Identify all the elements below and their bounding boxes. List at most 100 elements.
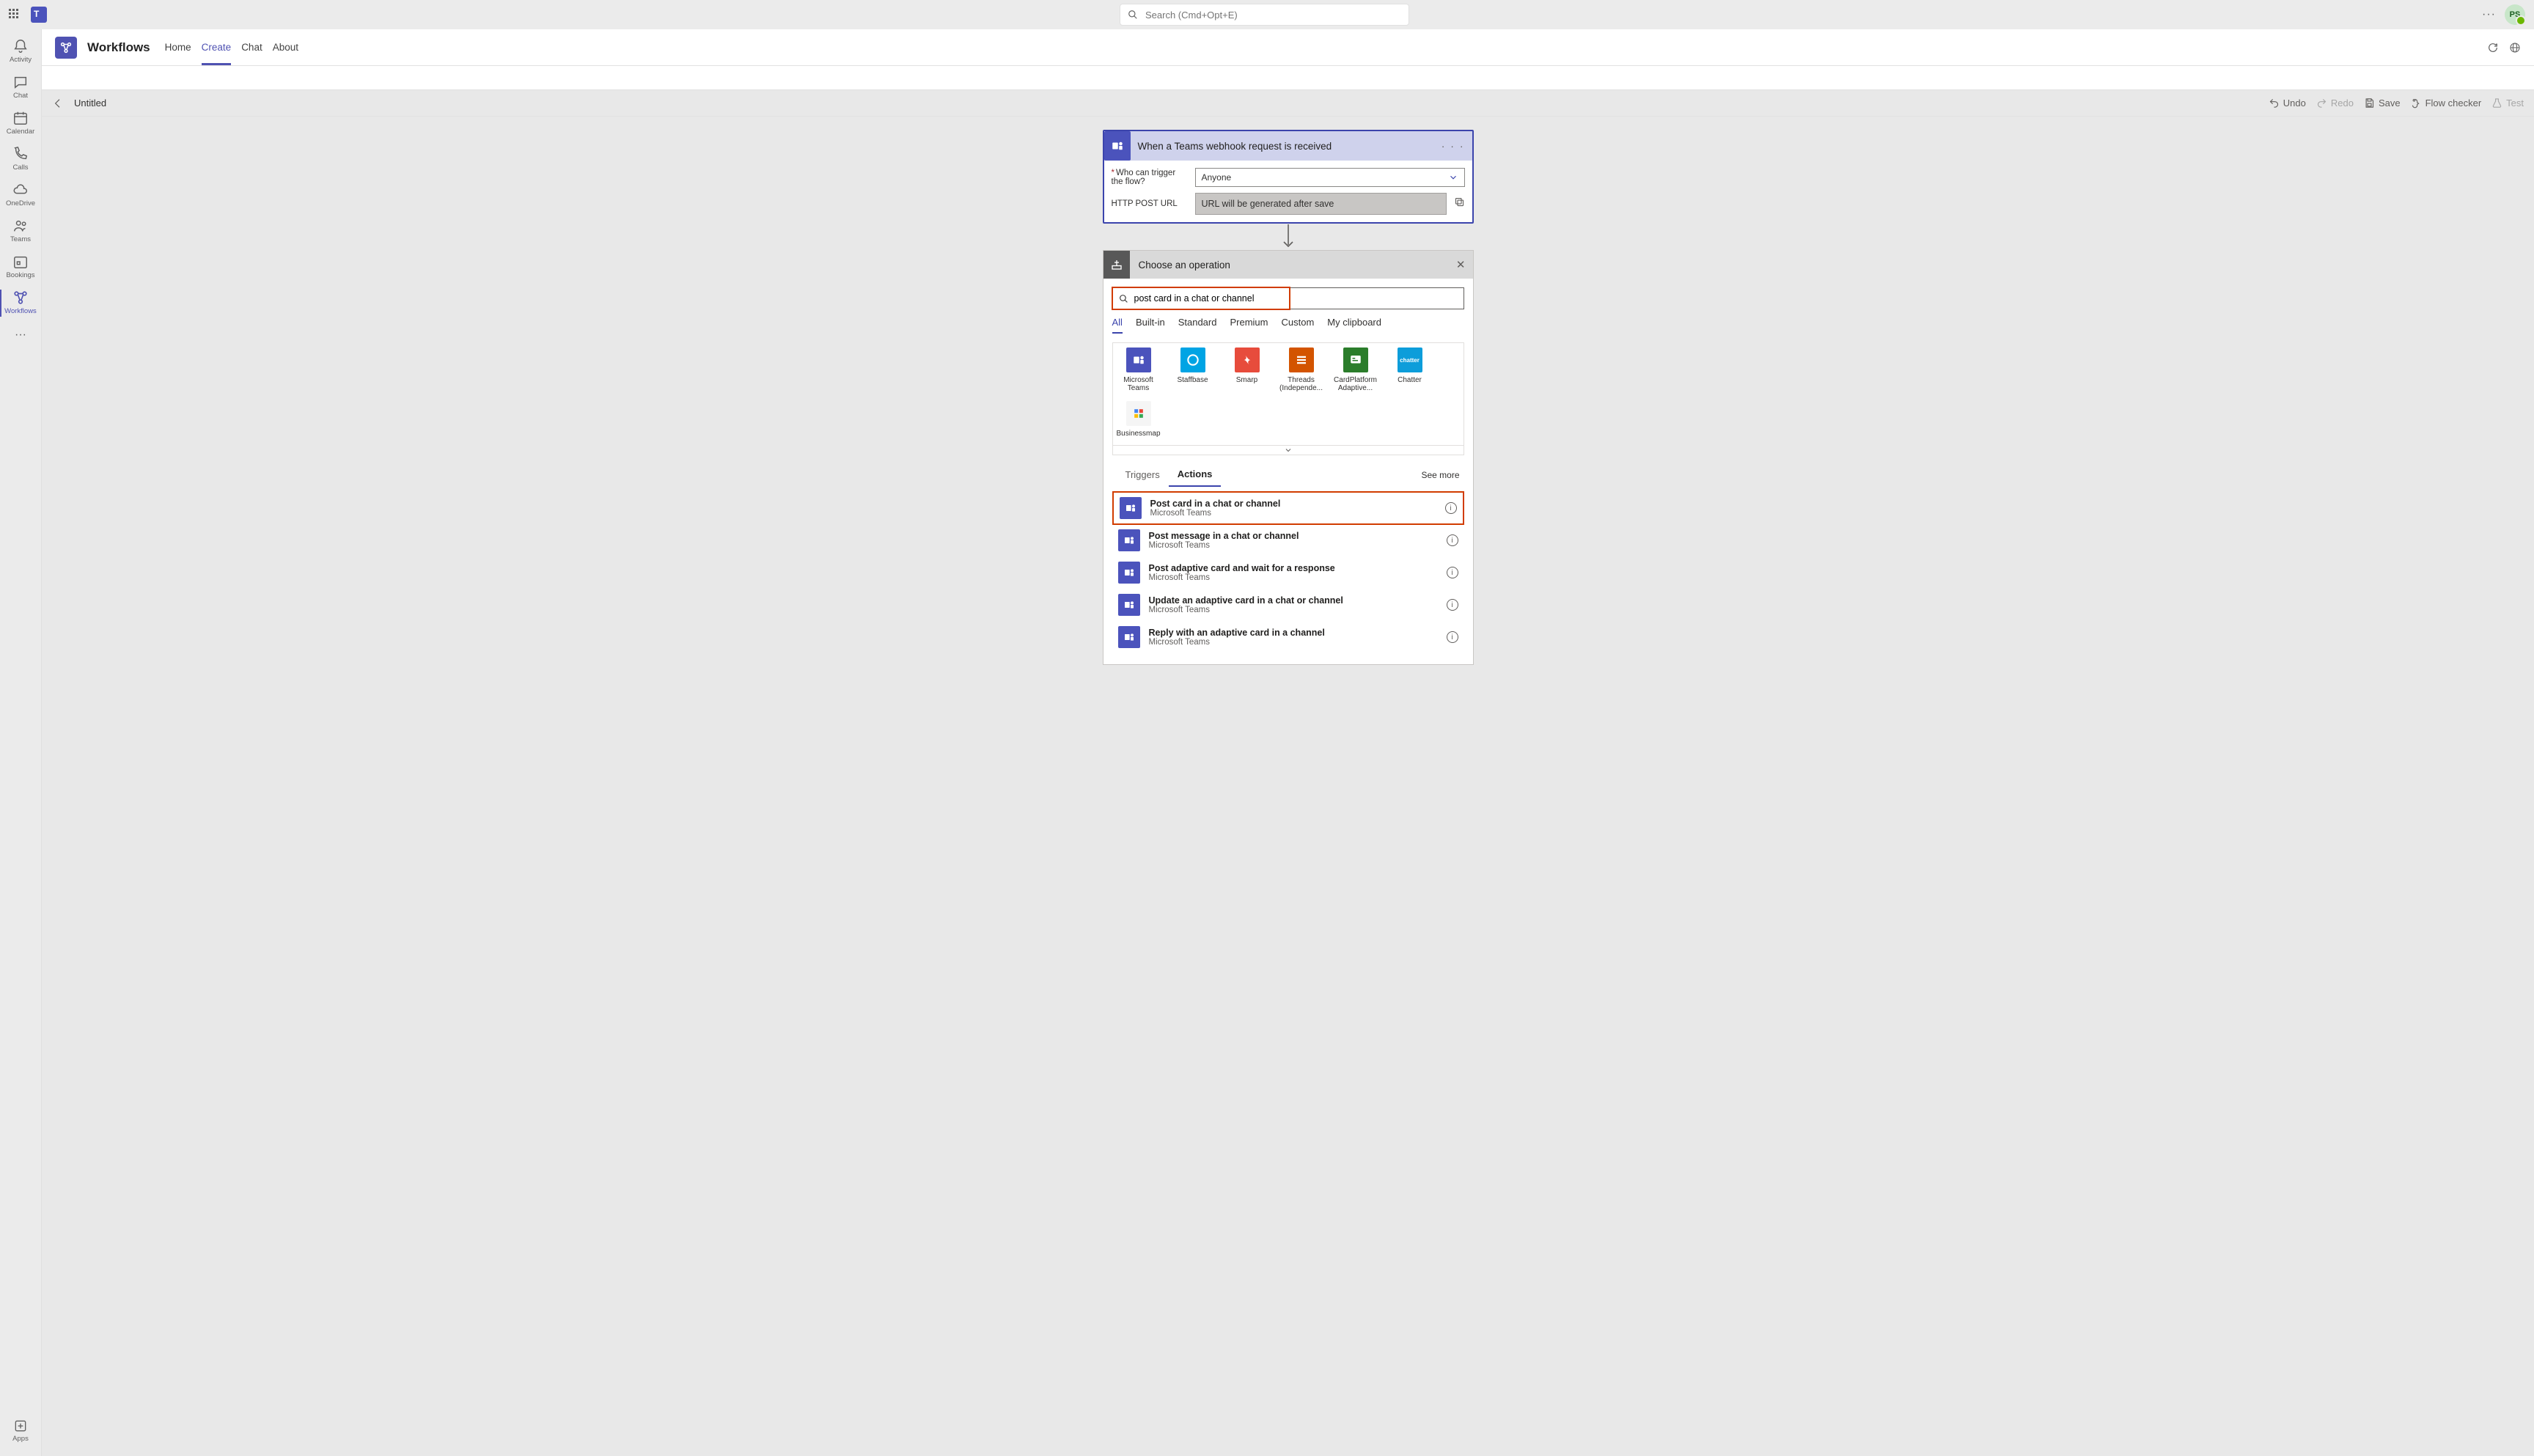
rail-more-icon[interactable]: ··· <box>15 324 26 346</box>
trigger-card[interactable]: When a Teams webhook request is received… <box>1103 130 1474 224</box>
rail-item-activity[interactable]: Activity <box>0 34 41 70</box>
tab-about[interactable]: About <box>273 29 298 65</box>
flow-arrow <box>1281 224 1296 250</box>
connector-item[interactable]: Businessmap <box>1116 401 1161 438</box>
operation-scope-tabs: All Built-in Standard Premium Custom My … <box>1112 317 1464 334</box>
connectors-expand-icon[interactable] <box>1112 445 1464 455</box>
waffle-icon[interactable] <box>9 9 21 21</box>
see-more-link[interactable]: See more <box>1421 470 1459 480</box>
header-spacer <box>42 66 2534 90</box>
redo-button[interactable]: Redo <box>2316 98 2354 109</box>
action-item[interactable]: Post adaptive card and wait for a respon… <box>1112 557 1464 588</box>
connector-item[interactable]: Staffbase <box>1170 348 1216 392</box>
flow-checker-label: Flow checker <box>2425 98 2482 109</box>
rail-item-calendar[interactable]: Calendar <box>0 106 41 141</box>
save-button[interactable]: Save <box>2364 98 2401 109</box>
action-item[interactable]: Update an adaptive card in a chat or cha… <box>1112 589 1464 620</box>
rail-item-label: Workflows <box>4 307 37 315</box>
rail-item-label: Calendar <box>7 128 35 136</box>
result-tabs: Triggers Actions See more <box>1112 463 1464 487</box>
rail-item-onedrive[interactable]: OneDrive <box>0 177 41 213</box>
trigger-more-icon[interactable]: · · · <box>1442 140 1465 152</box>
connector-label: Businessmap <box>1116 430 1160 438</box>
more-options-icon[interactable]: ··· <box>2482 8 2496 21</box>
http-post-url-box: URL will be generated after save <box>1195 193 1447 215</box>
dropdown-value: Anyone <box>1202 172 1232 183</box>
teams-connector-icon <box>1118 594 1140 616</box>
info-icon[interactable]: i <box>1447 567 1458 578</box>
flow-canvas[interactable]: When a Teams webhook request is received… <box>42 117 2534 1456</box>
tab-chat[interactable]: Chat <box>241 29 262 65</box>
refresh-icon[interactable] <box>2487 42 2499 54</box>
connector-label: CardPlatform Adaptive... <box>1333 376 1378 392</box>
action-title: Post message in a chat or channel <box>1149 531 1438 541</box>
global-search-input[interactable] <box>1145 10 1401 21</box>
connector-item[interactable]: chatterChatter <box>1387 348 1433 392</box>
flow-title[interactable]: Untitled <box>74 98 106 109</box>
global-search[interactable] <box>1120 4 1409 26</box>
result-tab-triggers[interactable]: Triggers <box>1117 463 1169 486</box>
rail-item-label: OneDrive <box>6 199 35 207</box>
connector-label: Smarp <box>1236 376 1257 384</box>
operation-search-input[interactable] <box>1134 293 1283 304</box>
connector-icon: chatter <box>1398 348 1422 372</box>
search-icon <box>1119 294 1128 304</box>
teams-connector-icon <box>1118 562 1140 584</box>
rail-item-teams[interactable]: Teams <box>0 213 41 249</box>
rail-item-label: Teams <box>10 235 31 243</box>
action-subtitle: Microsoft Teams <box>1149 541 1438 550</box>
scope-tab-custom[interactable]: Custom <box>1281 317 1314 334</box>
connector-icon <box>1126 348 1151 372</box>
info-icon[interactable]: i <box>1447 599 1458 611</box>
app-rail: Activity Chat Calendar Calls OneDrive Te… <box>0 29 42 1456</box>
connector-item[interactable]: Microsoft Teams <box>1116 348 1161 392</box>
trigger-field1-label: *Who can trigger the flow? <box>1112 169 1188 186</box>
action-subtitle: Microsoft Teams <box>1149 606 1438 614</box>
connector-item[interactable]: Threads (Independe... <box>1279 348 1324 392</box>
action-item[interactable]: Reply with an adaptive card in a channel… <box>1112 622 1464 652</box>
back-button[interactable] <box>52 98 64 109</box>
scope-tab-standard[interactable]: Standard <box>1178 317 1217 334</box>
scope-tab-builtin[interactable]: Built-in <box>1136 317 1165 334</box>
result-tab-actions[interactable]: Actions <box>1169 463 1222 487</box>
choose-operation-card: Choose an operation ✕ All Built-in <box>1103 250 1474 665</box>
info-icon[interactable]: i <box>1447 534 1458 546</box>
flow-checker-button[interactable]: Flow checker <box>2411 98 2482 109</box>
test-button[interactable]: Test <box>2491 98 2524 109</box>
app-title: Workflows <box>87 40 150 55</box>
globe-icon[interactable] <box>2509 42 2521 54</box>
rail-apps-label: Apps <box>12 1435 29 1443</box>
scope-tab-all[interactable]: All <box>1112 317 1123 334</box>
rail-item-chat[interactable]: Chat <box>0 70 41 106</box>
connector-label: Microsoft Teams <box>1116 376 1161 392</box>
connector-item[interactable]: Smarp <box>1224 348 1270 392</box>
connector-icon <box>1343 348 1368 372</box>
scope-tab-premium[interactable]: Premium <box>1230 317 1268 334</box>
rail-item-workflows[interactable]: Workflows <box>0 285 41 321</box>
who-can-trigger-dropdown[interactable]: Anyone <box>1195 168 1465 187</box>
tab-create[interactable]: Create <box>202 29 232 65</box>
info-icon[interactable]: i <box>1447 631 1458 643</box>
action-item[interactable]: Post message in a chat or channel Micros… <box>1112 525 1464 556</box>
teams-logo-icon <box>31 7 47 23</box>
tab-home[interactable]: Home <box>165 29 191 65</box>
action-subtitle: Microsoft Teams <box>1149 638 1438 647</box>
connector-label: Staffbase <box>1177 376 1208 384</box>
trigger-title: When a Teams webhook request is received <box>1138 141 1433 152</box>
avatar[interactable]: PS <box>2505 4 2525 25</box>
undo-label: Undo <box>2283 98 2306 109</box>
connector-icon <box>1235 348 1260 372</box>
rail-item-calls[interactable]: Calls <box>0 141 41 177</box>
scope-tab-clipboard[interactable]: My clipboard <box>1327 317 1381 334</box>
info-icon[interactable]: i <box>1445 502 1457 514</box>
connector-item[interactable]: CardPlatform Adaptive... <box>1333 348 1378 392</box>
copy-url-button[interactable] <box>1454 196 1465 211</box>
rail-item-bookings[interactable]: Bookings <box>0 249 41 285</box>
close-operation-icon[interactable]: ✕ <box>1456 258 1466 271</box>
operation-search[interactable] <box>1112 287 1464 309</box>
connector-label: Threads (Independe... <box>1279 376 1324 392</box>
rail-apps[interactable]: Apps <box>12 1419 29 1443</box>
action-item[interactable]: Post card in a chat or channel Microsoft… <box>1112 491 1464 525</box>
undo-button[interactable]: Undo <box>2269 98 2306 109</box>
workflows-app-icon <box>55 37 77 59</box>
